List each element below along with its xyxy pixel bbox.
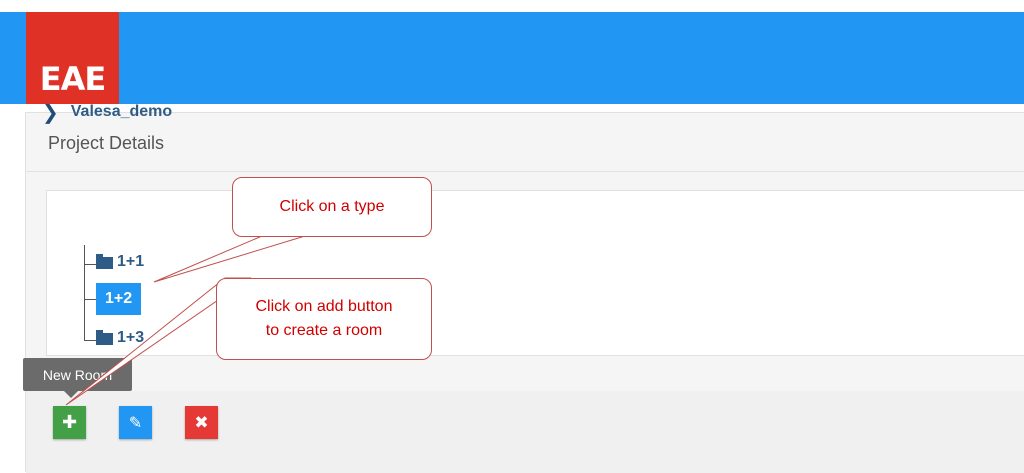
toolbar-area (26, 391, 1024, 473)
tree-root[interactable]: ❯ Valesa_demo (42, 102, 172, 122)
tooltip-arrow (64, 391, 78, 398)
callout-text-line2: to create a room (265, 322, 383, 339)
folder-icon (96, 330, 113, 345)
panel-divider (26, 171, 1024, 172)
tree-connector (84, 264, 96, 265)
eae-logo[interactable]: EAE (26, 12, 119, 104)
close-icon: ✖ (194, 412, 209, 433)
add-room-button[interactable]: ✚ (53, 406, 86, 439)
tree-root-label[interactable]: Valesa_demo (71, 103, 172, 121)
callout-click-add: Click on add button to create a room (216, 278, 432, 360)
top-bar (0, 12, 1024, 104)
callout-text: Click on a type (279, 198, 385, 215)
panel-title: Project Details (48, 133, 165, 153)
callout-click-type: Click on a type (232, 177, 432, 237)
new-room-tooltip: New Room (23, 358, 132, 391)
plus-icon: ✚ (61, 412, 78, 433)
tree-node-label[interactable]: 1+3 (117, 329, 144, 347)
tree-container (46, 190, 1024, 356)
tree-node-1-3[interactable]: 1+3 (96, 329, 144, 347)
edit-button[interactable]: ✎ (119, 406, 152, 439)
tree-node-1-1[interactable]: 1+1 (96, 253, 144, 271)
callout-text-line1: Click on add button (255, 298, 393, 315)
tree-connector (84, 245, 85, 341)
tree-connector (84, 299, 96, 300)
tree-connector (84, 340, 96, 341)
chevron-right-icon[interactable]: ❯ (42, 102, 59, 122)
tree-node-label[interactable]: 1+2 (105, 283, 132, 315)
tree-node-label[interactable]: 1+1 (117, 253, 144, 271)
folder-icon (96, 254, 113, 269)
pencil-icon: ✎ (128, 413, 143, 432)
delete-button[interactable]: ✖ (185, 406, 218, 439)
project-details-panel: Project Details (25, 112, 1024, 473)
tree-node-1-2[interactable]: 1+2 (96, 283, 142, 315)
